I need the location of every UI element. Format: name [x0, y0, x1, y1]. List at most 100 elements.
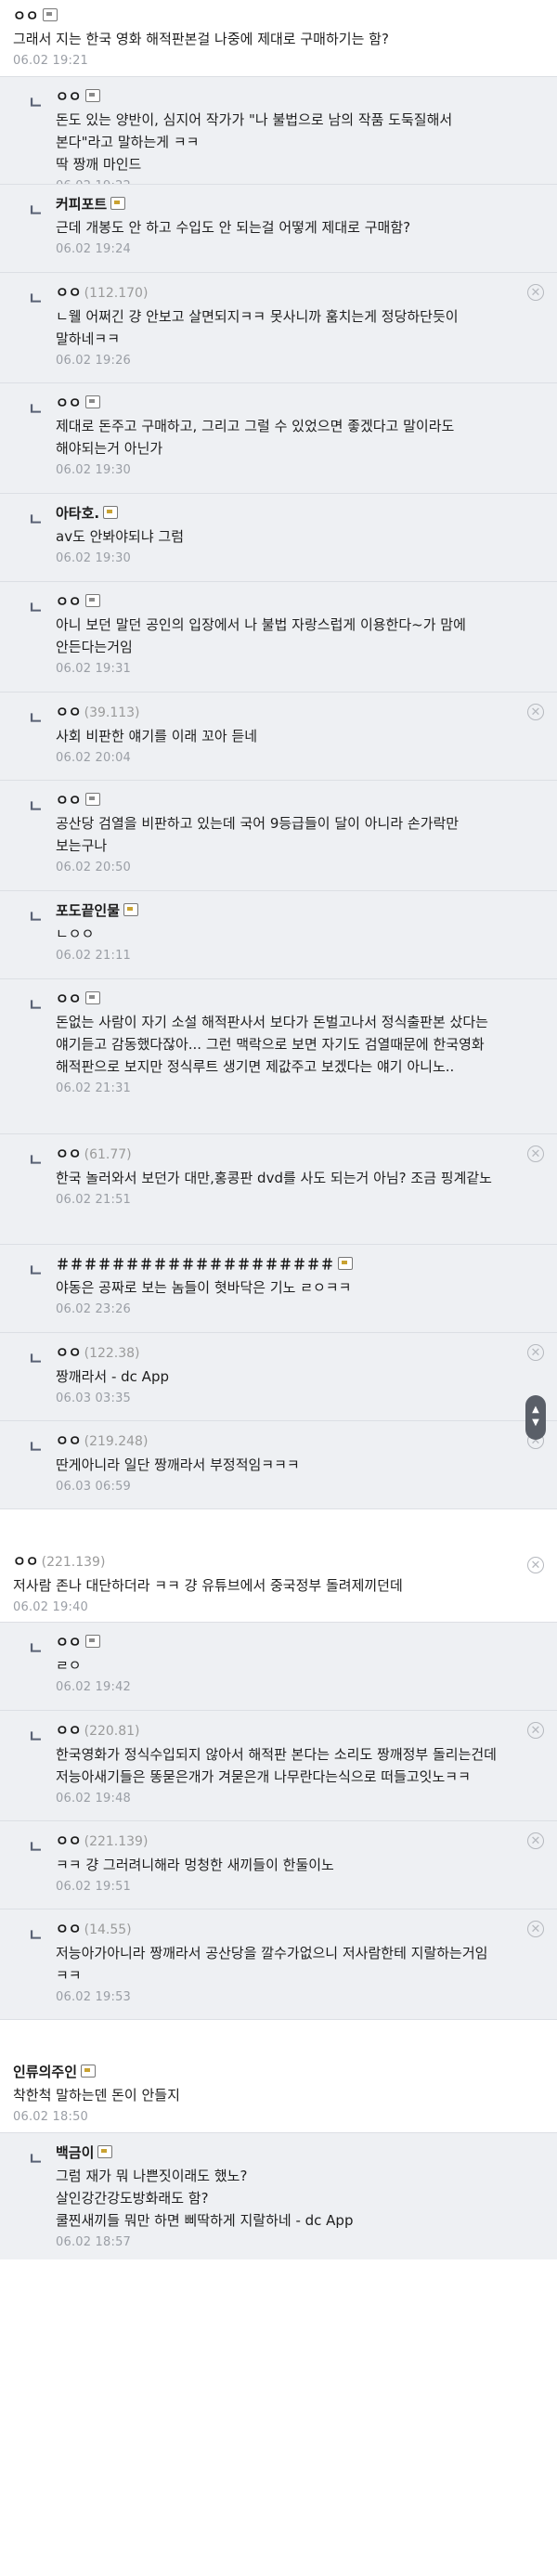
gallog-badge-icon — [97, 2145, 113, 2158]
comment-date: 06.02 19:21 — [13, 54, 89, 68]
comment-text: 야동은 공짜로 보는 놈들이 혓바닥은 기노 ㄹㅇㅋㅋ — [56, 1279, 352, 1296]
comment-date: 06.02 21:51 — [56, 1193, 132, 1207]
nickname-text[interactable]: ㅇㅇ — [56, 1344, 82, 1361]
comment-nickname[interactable]: ＃＃＃＃＃＃＃＃＃＃＃＃＃＃＃＃＃＃＃＃ — [56, 1254, 512, 1275]
comment-nickname[interactable]: ㅇㅇ (14.55) — [56, 1919, 512, 1940]
nickname-text[interactable]: ㅇㅇ — [56, 990, 82, 1007]
comment-nickname[interactable]: 아타호. — [56, 503, 512, 524]
comment-nickname[interactable]: ㅇㅇ (39.113) — [56, 702, 512, 723]
delete-comment-icon[interactable]: ✕ — [527, 1344, 544, 1361]
comment-date: 06.02 23:26 — [56, 1302, 132, 1316]
comment-nickname[interactable]: ㅇㅇ (220.81) — [56, 1720, 512, 1741]
reply-arrow-icon: ㄴ — [28, 1838, 44, 1858]
comment-text: 그래서 지는 한국 영화 해적판본걸 나중에 제대로 구매하기는 함? — [13, 31, 389, 47]
nickname-text[interactable]: ＃＃＃＃＃＃＃＃＃＃＃＃＃＃＃＃＃＃＃＃ — [56, 1256, 334, 1273]
nickname-text[interactable]: ㅇㅇ — [56, 1921, 82, 1937]
comment-nickname[interactable]: ㅇㅇ — [56, 591, 512, 612]
comment-date: 06.02 19:53 — [56, 1990, 132, 2004]
nickname-text[interactable]: ㅇㅇ — [56, 1634, 82, 1650]
delete-comment-icon[interactable]: ✕ — [527, 1832, 544, 1849]
delete-comment-icon[interactable]: ✕ — [527, 1557, 544, 1573]
comment-nickname[interactable]: ㅇㅇ (219.248) — [56, 1430, 512, 1452]
reply-arrow-icon: ㄴ — [28, 1639, 44, 1659]
fixed-nick-badge-icon — [84, 89, 100, 102]
nickname-text[interactable]: ㅇㅇ — [13, 7, 39, 24]
comment-nickname[interactable]: ㅇㅇ — [56, 989, 512, 1009]
reply-arrow-icon: ㄴ — [28, 1151, 44, 1171]
reply-item: ㄴ 백금이 그럼 재가 뭐 나쁜짓이래도 했노? 살인강간강도방화래도 함? 쿨찐새… — [0, 2132, 557, 2259]
delete-comment-icon[interactable]: ✕ — [527, 1921, 544, 1937]
comment-nickname[interactable]: ㅇㅇ (61.77) — [56, 1144, 512, 1165]
comment-text: av도 안봐야되냐 그럼 — [56, 528, 185, 545]
ip-address: (221.139) — [41, 1555, 106, 1570]
comment-date: 06.02 18:57 — [56, 2235, 132, 2249]
comment-nickname[interactable]: ㅇㅇ (221.139) — [13, 1551, 544, 1573]
reply-arrow-icon: ㄴ — [28, 201, 44, 221]
gallog-badge-icon — [110, 197, 126, 210]
gallog-badge-icon — [123, 903, 139, 916]
nickname-text[interactable]: 포도끝인물 — [56, 902, 120, 919]
comment-nickname[interactable]: 인류의주인 — [13, 2062, 544, 2082]
reply-arrow-icon: ㄴ — [28, 1350, 44, 1369]
delete-comment-icon[interactable]: ✕ — [527, 1722, 544, 1739]
reply-arrow-icon: ㄴ — [28, 996, 44, 1016]
fixed-nick-badge-icon — [84, 793, 100, 806]
fixed-nick-badge-icon — [84, 991, 100, 1004]
comment-nickname[interactable]: ㅇㅇ — [56, 790, 512, 810]
comment-date: 06.02 19:31 — [56, 662, 132, 676]
comment-text: ㄴ웰 어쩌긴 걍 안보고 살면되지ㅋㅋ 못사니까 훔치는게 정당하단듯이 말하네… — [56, 308, 459, 347]
nickname-text[interactable]: ㅇㅇ — [56, 88, 82, 105]
nickname-text[interactable]: 커피포트 — [56, 196, 107, 213]
reply-item: ㄴㅇㅇ ㄹㅇ 06.02 19:42 — [0, 1622, 557, 1710]
ip-address: (122.38) — [84, 1346, 140, 1361]
comment-nickname[interactable]: 포도끝인물 — [56, 900, 512, 921]
delete-comment-icon[interactable]: ✕ — [527, 1146, 544, 1162]
reply-item: ㄴㅇㅇ 돈도 있는 양반이, 심지어 작가가 "나 불법으로 남의 작품 도둑질해… — [0, 76, 557, 193]
nickname-text[interactable]: ㅇㅇ — [56, 1832, 82, 1849]
comment-date: 06.03 06:59 — [56, 1480, 132, 1494]
comment-date: 06.02 19:51 — [56, 1880, 132, 1894]
reply-item: ㄴㅇㅇ (39.113) 사회 비판한 얘기를 이래 꼬아 듣네 06.02 20:0… — [0, 692, 557, 780]
nickname-text[interactable]: 인류의주인 — [13, 2064, 77, 2080]
nickname-text[interactable]: ㅇㅇ — [13, 1553, 39, 1570]
comment-text: ㄴㅇㅇ — [56, 926, 95, 942]
comment-nickname[interactable]: ㅇㅇ — [56, 1632, 512, 1652]
comment-nickname[interactable]: ㅇㅇ — [56, 86, 512, 107]
comment-nickname[interactable]: ㅇㅇ — [13, 6, 544, 26]
comment-nickname[interactable]: 백금이 — [56, 2142, 512, 2163]
delete-comment-icon[interactable]: ✕ — [527, 284, 544, 301]
comment-nickname[interactable]: ㅇㅇ — [56, 393, 512, 413]
nickname-text[interactable]: ㅇㅇ — [56, 792, 82, 809]
delete-comment-icon[interactable]: ✕ — [527, 704, 544, 720]
reply-item: ㄴ ＃＃＃＃＃＃＃＃＃＃＃＃＃＃＃＃＃＃＃＃ 야동은 공짜로 보는 놈들이 혓바닥은… — [0, 1244, 557, 1332]
comment-nickname[interactable]: ㅇㅇ (112.170) — [56, 282, 512, 304]
scroll-to-top-handle[interactable]: ▲ ▼ — [525, 1395, 546, 1440]
ip-address: (61.77) — [84, 1147, 132, 1162]
thread-separator — [0, 2019, 557, 2056]
comment-nickname[interactable]: 커피포트 — [56, 194, 512, 214]
nickname-text[interactable]: ㅇㅇ — [56, 704, 82, 720]
nickname-text[interactable]: 백금이 — [56, 2144, 94, 2161]
nickname-text[interactable]: ㅇㅇ — [56, 284, 82, 301]
comment-text: 공산당 검열을 비판하고 있는데 국어 9등급들이 달이 아니라 손가락만 보는… — [56, 815, 460, 854]
comment-nickname[interactable]: ㅇㅇ (221.139) — [56, 1831, 512, 1852]
nickname-text[interactable]: ㅇㅇ — [56, 1722, 82, 1739]
gallog-badge-icon — [81, 2065, 97, 2078]
reply-item: ㄴㅇㅇ (220.81) 한국영화가 정식수입되지 않아서 해적판 본다는 소리도 … — [0, 1710, 557, 1820]
comment-text: 착한척 말하는덴 돈이 안들지 — [13, 2087, 180, 2104]
nickname-text[interactable]: 아타호. — [56, 505, 99, 522]
comment-date: 06.02 19:48 — [56, 1792, 132, 1806]
reply-item: ㄴㅇㅇ (14.55) 저능아가아니라 짱깨라서 공산당을 깔수가없으니 저사람한테… — [0, 1909, 557, 2019]
nickname-text[interactable]: ㅇㅇ — [56, 395, 82, 411]
comment-text: 제대로 돈주고 구매하고, 그리고 그럴 수 있었으면 좋겠다고 말이라도 해야… — [56, 418, 455, 457]
nickname-text[interactable]: ㅇㅇ — [56, 593, 82, 610]
nickname-text[interactable]: ㅇㅇ — [56, 1146, 82, 1162]
reply-item: ㄴㅇㅇ 아니 보던 말던 공인의 입장에서 나 불법 자랑스럽게 이용한다~가 맘… — [0, 581, 557, 692]
comment-text: 짱깨라서 - dc App — [56, 1368, 169, 1385]
reply-arrow-icon: ㄴ — [28, 1926, 44, 1946]
comment-list: ㅇㅇ 그래서 지는 한국 영화 해적판본걸 나중에 제대로 구매하기는 함? 06.… — [0, 0, 557, 2576]
nickname-text[interactable]: ㅇㅇ — [56, 1432, 82, 1449]
reply-item: ㄴㅇㅇ 공산당 검열을 비판하고 있는데 국어 9등급들이 달이 아니라 손가락만… — [0, 780, 557, 890]
comment-nickname[interactable]: ㅇㅇ (122.38) — [56, 1342, 512, 1364]
comment-date: 06.02 18:50 — [13, 2110, 89, 2124]
